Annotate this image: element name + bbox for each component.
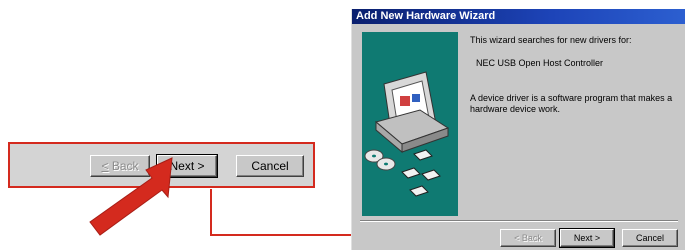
device-name: NEC USB Open Host Controller bbox=[476, 58, 604, 68]
wizard-cancel-label: Cancel bbox=[635, 233, 664, 243]
wizard-back-button[interactable]: < Back bbox=[500, 229, 556, 247]
window-title: Add New Hardware Wizard bbox=[356, 10, 496, 22]
title-bar: Add New Hardware Wizard bbox=[352, 9, 685, 24]
description-line-2: hardware device work. bbox=[470, 104, 561, 114]
wizard-cancel-button[interactable]: Cancel bbox=[622, 229, 678, 247]
wizard-next-label: Next > bbox=[573, 233, 601, 243]
pointer-arrow-icon bbox=[89, 157, 173, 236]
wizard-illustration bbox=[362, 32, 458, 216]
wizard-next-button[interactable]: Next > bbox=[559, 228, 615, 248]
cd-disc-icon bbox=[364, 149, 396, 171]
description-line-1: A device driver is a software program th… bbox=[470, 93, 673, 103]
intro-text: This wizard searches for new drivers for… bbox=[470, 35, 632, 45]
add-new-hardware-wizard: Add New Hardware Wizard This wizard sear… bbox=[351, 9, 685, 250]
computer-icon bbox=[374, 71, 450, 154]
separator bbox=[360, 220, 678, 222]
floppy-disk-icon bbox=[401, 149, 441, 197]
wizard-back-label: < Back bbox=[514, 233, 542, 243]
